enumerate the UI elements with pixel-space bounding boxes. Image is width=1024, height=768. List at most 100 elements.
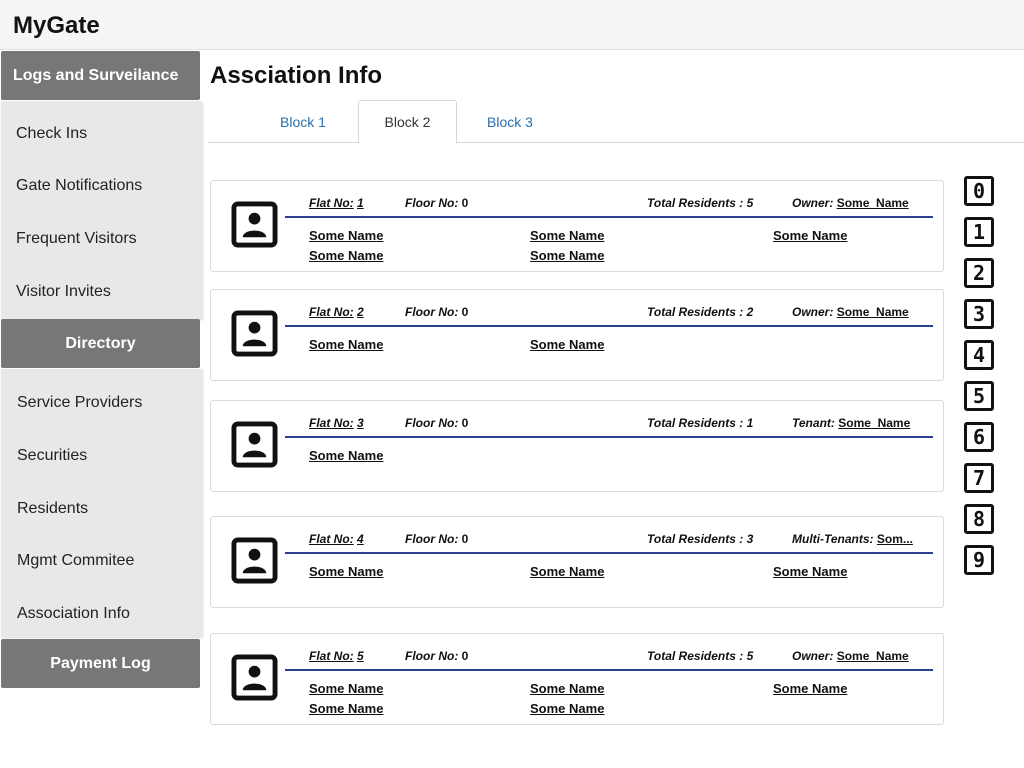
floor-number-value: 0 [461,649,469,663]
owner-info: Owner: Some_Name [792,305,909,319]
owner-name-link[interactable]: Some_Name [838,416,910,430]
total-residents: Total Residents : 5 [647,649,754,663]
flat-number[interactable]: Flat No: 1 [309,196,364,210]
sidebar-item-residents[interactable]: Residents [17,500,88,518]
flat-card[interactable]: Flat No: 3 Floor No: 0 Total Residents : 1… [210,400,944,492]
floor-index-button[interactable]: 7 [964,463,994,493]
flat-card[interactable]: Flat No: 5 Floor No: 0 Total Residents : 5… [210,633,944,725]
flat-number-value: 4 [357,532,364,546]
floor-number: Floor No: 0 [405,532,469,546]
resident-name-link[interactable]: Some Name [530,337,604,352]
contact-card-icon [231,421,278,468]
owner-name-link[interactable]: Some_Name [837,196,909,210]
sidebar-item-gate-notifications[interactable]: Gate Notifications [16,177,142,195]
resident-name-link[interactable]: Some Name [309,448,383,463]
sidebar-item-frequent-visitors[interactable]: Frequent Visitors [16,230,137,248]
resident-name-link[interactable]: Some Name [530,228,604,243]
card-divider [285,552,933,554]
resident-name-link[interactable]: Some Name [309,337,383,352]
contact-card-icon [231,654,278,701]
flat-card[interactable]: Flat No: 2 Floor No: 0 Total Residents : 2… [210,289,944,381]
flat-card[interactable]: Flat No: 1 Floor No: 0 Total Residents : 5… [210,180,944,272]
resident-name-link[interactable]: Some Name [309,564,383,579]
owner-label: Owner: [792,305,834,319]
floor-index-button[interactable]: 9 [964,545,994,575]
flat-card[interactable]: Flat No: 4 Floor No: 0 Total Residents : 3… [210,516,944,608]
flat-number[interactable]: Flat No: 5 [309,649,364,663]
sidebar-item-check-ins[interactable]: Check Ins [16,125,87,143]
floor-index-button[interactable]: 3 [964,299,994,329]
resident-name-link[interactable]: Some Name [309,701,383,716]
sidebar-item-visitor-invites[interactable]: Visitor Invites [16,283,111,301]
total-residents: Total Residents : 3 [647,532,754,546]
resident-name-link[interactable]: Some Name [773,564,847,579]
floor-index-button[interactable]: 8 [964,504,994,534]
floor-index-button[interactable]: 1 [964,217,994,247]
tab-block-2[interactable]: Block 2 [358,100,457,144]
sidebar-section-directory[interactable]: Directory [1,319,200,368]
page-title: Assciation Info [210,62,383,89]
flat-number[interactable]: Flat No: 3 [309,416,364,430]
flat-number-value: 1 [357,196,364,210]
block-tabs: Block 1 Block 2 Block 3 [208,100,1024,144]
total-residents: Total Residents : 2 [647,305,754,319]
floor-index-button[interactable]: 0 [964,176,994,206]
floor-index-button[interactable]: 2 [964,258,994,288]
owner-label: Multi-Tenants: [792,532,874,546]
floor-number: Floor No: 0 [405,649,469,663]
card-divider [285,669,933,671]
top-bar: MyGate [0,0,1024,50]
tab-block-1[interactable]: Block 1 [250,100,356,143]
sidebar-item-mgmt-commitee[interactable]: Mgmt Commitee [17,552,134,570]
resident-name-link[interactable]: Some Name [530,681,604,696]
flat-number[interactable]: Flat No: 4 [309,532,364,546]
sidebar-section-payment-log[interactable]: Payment Log [1,639,200,688]
flat-number[interactable]: Flat No: 2 [309,305,364,319]
owner-label: Owner: [792,196,834,210]
contact-card-icon [231,537,278,584]
floor-index-button[interactable]: 5 [964,381,994,411]
owner-name-link[interactable]: Som... [877,532,913,546]
floor-index-button[interactable]: 6 [964,422,994,452]
resident-name-link[interactable]: Some Name [773,228,847,243]
floor-number: Floor No: 0 [405,416,469,430]
total-residents: Total Residents : 1 [647,416,754,430]
sidebar-section-logs[interactable]: Logs and Surveilance [1,51,200,100]
floor-number-value: 0 [461,532,469,546]
card-divider [285,325,933,327]
card-divider [285,216,933,218]
floor-number-value: 0 [461,196,469,210]
resident-name-link[interactable]: Some Name [309,248,383,263]
owner-label: Owner: [792,649,834,663]
owner-info: Owner: Some_Name [792,196,909,210]
sidebar-item-securities[interactable]: Securities [17,447,87,465]
floor-number: Floor No: 0 [405,305,469,319]
resident-name-link[interactable]: Some Name [309,681,383,696]
sidebar-item-association-info[interactable]: Association Info [17,605,130,623]
sidebar-section-logs-items: Check Ins Gate Notifications Frequent Vi… [1,101,202,319]
sidebar-item-service-providers[interactable]: Service Providers [17,394,142,412]
resident-name-link[interactable]: Some Name [773,681,847,696]
tab-block-3[interactable]: Block 3 [458,100,562,143]
card-divider [285,436,933,438]
owner-name-link[interactable]: Some_Name [837,305,909,319]
flat-number-value: 2 [357,305,364,319]
contact-card-icon [231,201,278,248]
resident-name-link[interactable]: Some Name [530,248,604,263]
app-title: MyGate [13,12,100,39]
owner-name-link[interactable]: Some_Name [837,649,909,663]
floor-number: Floor No: 0 [405,196,469,210]
flat-number-value: 5 [357,649,364,663]
resident-name-link[interactable]: Some Name [530,701,604,716]
floor-number-value: 0 [461,305,469,319]
owner-info: Tenant: Some_Name [792,416,910,430]
resident-name-link[interactable]: Some Name [309,228,383,243]
owner-info: Multi-Tenants: Som... [792,532,913,546]
contact-card-icon [231,310,278,357]
floor-number-value: 0 [461,416,469,430]
resident-name-link[interactable]: Some Name [530,564,604,579]
flat-number-value: 3 [357,416,364,430]
total-residents: Total Residents : 5 [647,196,754,210]
owner-label: Tenant: [792,416,835,430]
floor-index-button[interactable]: 4 [964,340,994,370]
